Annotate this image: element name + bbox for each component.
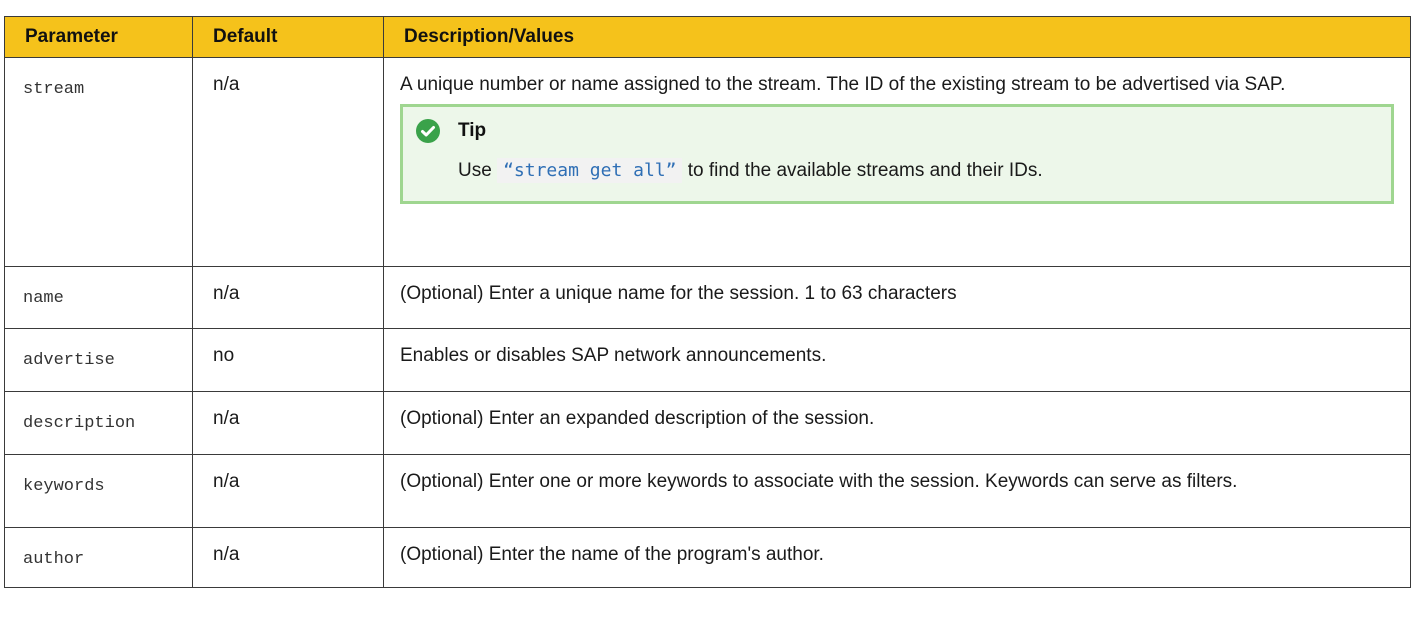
description-cell: (Optional) Enter one or more keywords to… [383,454,1411,528]
param-cell: author [4,527,193,588]
header-parameter: Parameter [4,16,193,58]
parameters-table: Parameter Default Description/Values str… [4,16,1411,588]
description-cell: (Optional) Enter the name of the program… [383,527,1411,588]
table-row: description n/a (Optional) Enter an expa… [4,391,1411,455]
table-row: name n/a (Optional) Enter a unique name … [4,266,1411,329]
description-cell: (Optional) Enter an expanded description… [383,391,1411,455]
table-row: advertise no Enables or disables SAP net… [4,328,1411,392]
param-cell: advertise [4,328,193,392]
header-description: Description/Values [383,16,1411,58]
tip-code: “stream get all” [497,158,683,183]
tip-suffix: to find the available streams and their … [682,160,1043,181]
default-cell: n/a [192,266,384,329]
param-cell: name [4,266,193,329]
tip-prefix: Use [458,160,498,181]
table-row: author n/a (Optional) Enter the name of … [4,527,1411,588]
table-row: stream n/a A unique number or name assig… [4,57,1411,267]
default-cell: n/a [192,454,384,528]
tip-text: Use “stream get all” to find the availab… [458,158,1043,183]
description-text: A unique number or name assigned to the … [400,74,1286,95]
param-cell: keywords [4,454,193,528]
param-cell: stream [4,57,193,267]
param-cell: description [4,391,193,455]
table-header-row: Parameter Default Description/Values [4,16,1411,58]
description-cell: Enables or disables SAP network announce… [383,328,1411,392]
default-cell: no [192,328,384,392]
default-cell: n/a [192,391,384,455]
tip-box: Tip Use “stream get all” to find the ava… [400,104,1394,204]
default-cell: n/a [192,57,384,267]
table-row: keywords n/a (Optional) Enter one or mor… [4,454,1411,528]
check-circle-icon [416,119,440,143]
description-cell: A unique number or name assigned to the … [383,57,1411,267]
default-cell: n/a [192,527,384,588]
tip-title: Tip [458,120,487,141]
description-cell: (Optional) Enter a unique name for the s… [383,266,1411,329]
header-default: Default [192,16,384,58]
